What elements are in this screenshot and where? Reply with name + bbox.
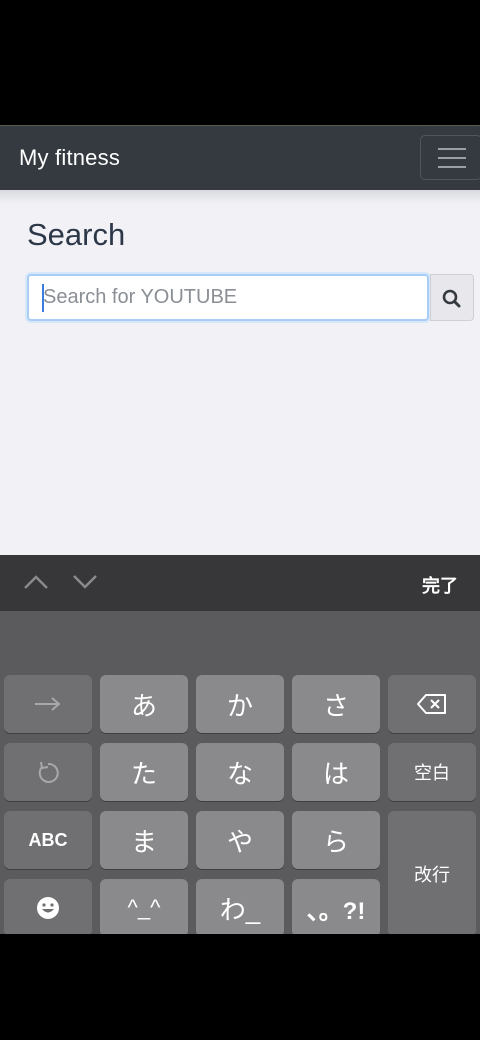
undo-key[interactable] bbox=[4, 743, 92, 801]
keyboard-toolbar: 完了 bbox=[0, 555, 480, 611]
search-icon bbox=[442, 289, 461, 308]
enter-key[interactable]: 改行 bbox=[388, 811, 476, 934]
page-title: Search bbox=[27, 217, 126, 252]
key-ka[interactable]: か bbox=[196, 675, 284, 733]
search-button[interactable] bbox=[430, 274, 474, 321]
arrow-right-icon bbox=[35, 697, 61, 711]
text-caret bbox=[42, 284, 44, 312]
key-ya[interactable]: や bbox=[196, 811, 284, 869]
emoji-icon bbox=[37, 897, 59, 919]
arrow-key[interactable] bbox=[4, 675, 92, 733]
key-ma[interactable]: ま bbox=[100, 811, 188, 869]
search-input[interactable] bbox=[27, 274, 429, 321]
key-punctuation[interactable]: 、。?! bbox=[292, 879, 380, 934]
key-wa[interactable]: わ_ bbox=[196, 879, 284, 934]
key-a[interactable]: あ bbox=[100, 675, 188, 733]
key-ta[interactable]: た bbox=[100, 743, 188, 801]
key-kaomoji[interactable]: ^_^ bbox=[100, 879, 188, 934]
bottom-area bbox=[0, 934, 480, 1040]
done-button[interactable]: 完了 bbox=[422, 572, 458, 598]
navbar: My fitness bbox=[0, 125, 480, 190]
emoji-key[interactable] bbox=[4, 879, 92, 934]
key-na[interactable]: な bbox=[196, 743, 284, 801]
chevron-up-icon[interactable] bbox=[22, 572, 50, 592]
undo-icon bbox=[38, 761, 59, 783]
space-key[interactable]: 空白 bbox=[388, 743, 476, 801]
key-sa[interactable]: さ bbox=[292, 675, 380, 733]
key-ra[interactable]: ら bbox=[292, 811, 380, 869]
main-content: Search bbox=[0, 190, 480, 555]
key-ha[interactable]: は bbox=[292, 743, 380, 801]
chevron-down-icon[interactable] bbox=[71, 572, 99, 592]
brand-title[interactable]: My fitness bbox=[19, 145, 120, 171]
abc-key[interactable]: ABC bbox=[4, 811, 92, 869]
backspace-key[interactable] bbox=[388, 675, 476, 733]
status-area bbox=[0, 0, 480, 125]
backspace-icon bbox=[417, 694, 446, 714]
menu-toggle-button[interactable] bbox=[420, 135, 480, 180]
keyboard: あ か さ た な は 空白 ABC ま や ら 改行 ^_^ わ_ 、。?! bbox=[0, 611, 480, 934]
